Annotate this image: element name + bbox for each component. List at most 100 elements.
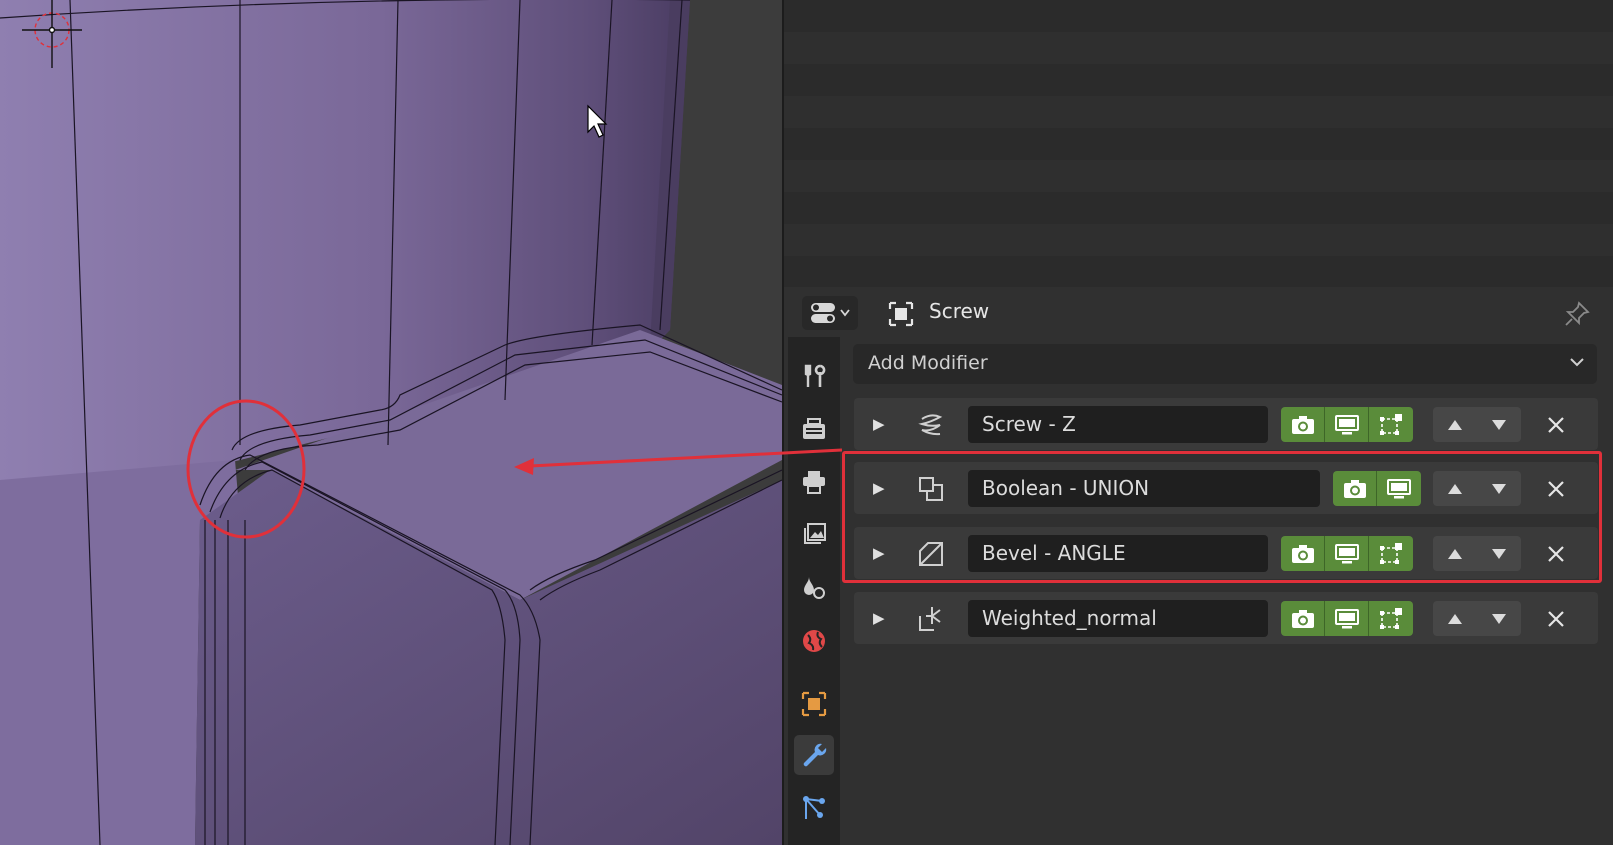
viewport-display-icon bbox=[1387, 478, 1411, 498]
screw-modifier-icon bbox=[918, 414, 943, 436]
move-up-button[interactable] bbox=[1433, 471, 1477, 506]
output-printer-icon bbox=[803, 471, 825, 494]
render-camera-icon bbox=[1291, 609, 1314, 628]
object-icon bbox=[801, 691, 827, 717]
render-toggle-button[interactable] bbox=[1333, 471, 1377, 506]
modifier-panel-bevel[interactable]: ▶ Bevel - ANGLE bbox=[854, 527, 1598, 579]
arrow-down-icon bbox=[1492, 419, 1506, 430]
object-data-icon bbox=[888, 301, 914, 327]
move-up-button[interactable] bbox=[1433, 601, 1477, 636]
modifier-panel-screw[interactable]: ▶ Screw - Z bbox=[854, 398, 1598, 450]
outliner-panel[interactable] bbox=[782, 0, 1613, 287]
render-toggle-button[interactable] bbox=[1281, 536, 1325, 571]
editor-type-dropdown[interactable] bbox=[802, 296, 858, 330]
arrow-up-icon bbox=[1448, 613, 1462, 624]
viewport-display-icon bbox=[1334, 608, 1359, 628]
properties-tabs bbox=[788, 337, 840, 845]
arrow-up-icon bbox=[1448, 483, 1462, 494]
viewport-display-icon bbox=[1334, 414, 1359, 434]
render-camera-icon bbox=[1291, 544, 1314, 563]
object-name: Screw bbox=[929, 299, 990, 323]
close-icon bbox=[1548, 417, 1564, 433]
move-down-button[interactable] bbox=[1477, 407, 1521, 442]
modifier-name-field[interactable]: Screw - Z bbox=[968, 406, 1268, 443]
close-icon bbox=[1548, 611, 1564, 627]
tab-view-layer[interactable] bbox=[794, 515, 834, 555]
wrench-icon bbox=[803, 743, 827, 767]
remove-modifier-button[interactable] bbox=[1541, 410, 1571, 440]
arrow-up-icon bbox=[1448, 548, 1462, 559]
arrow-down-icon bbox=[1492, 483, 1506, 494]
render-camera-icon bbox=[1291, 415, 1314, 434]
close-icon bbox=[1548, 481, 1564, 497]
move-buttons bbox=[1433, 601, 1521, 636]
boolean-modifier-icon bbox=[919, 477, 943, 501]
tab-render[interactable] bbox=[794, 409, 834, 449]
pin-icon[interactable] bbox=[1563, 300, 1591, 328]
properties-header: Screw bbox=[784, 287, 1613, 337]
render-toggle-button[interactable] bbox=[1281, 601, 1325, 636]
properties-editor: Screw Add Modifier ▶ Screw - Z ▶ Boolean… bbox=[782, 287, 1613, 845]
viewport-toggle-button[interactable] bbox=[1325, 536, 1369, 571]
view-layer-icon bbox=[804, 523, 826, 544]
arrow-down-icon bbox=[1492, 613, 1506, 624]
expand-arrow-icon[interactable]: ▶ bbox=[873, 544, 885, 562]
scene-icon bbox=[804, 577, 825, 599]
tab-particles[interactable] bbox=[794, 787, 834, 827]
expand-arrow-icon[interactable]: ▶ bbox=[873, 415, 885, 433]
world-icon bbox=[803, 630, 825, 652]
expand-arrow-icon[interactable]: ▶ bbox=[873, 479, 885, 497]
edit-mode-icon bbox=[1380, 607, 1402, 629]
remove-modifier-button[interactable] bbox=[1541, 604, 1571, 634]
chevron-down-icon bbox=[1570, 358, 1584, 367]
modifier-name-field[interactable]: Weighted_normal bbox=[968, 600, 1268, 637]
modifier-toggles bbox=[1333, 471, 1421, 506]
move-buttons bbox=[1433, 536, 1521, 571]
add-modifier-label: Add Modifier bbox=[868, 352, 988, 374]
bevel-modifier-icon bbox=[919, 542, 943, 566]
modifier-toggles bbox=[1281, 601, 1413, 636]
render-toggle-button[interactable] bbox=[1281, 407, 1325, 442]
tab-output[interactable] bbox=[794, 462, 834, 502]
modifier-name-field[interactable]: Bevel - ANGLE bbox=[968, 535, 1268, 572]
modifier-panel-boolean[interactable]: ▶ Boolean - UNION bbox=[854, 462, 1598, 514]
move-up-button[interactable] bbox=[1433, 536, 1477, 571]
editmode-toggle-button[interactable] bbox=[1369, 536, 1413, 571]
move-down-button[interactable] bbox=[1477, 536, 1521, 571]
render-icon bbox=[803, 418, 825, 439]
editmode-toggle-button[interactable] bbox=[1369, 601, 1413, 636]
tab-scene[interactable] bbox=[794, 568, 834, 608]
arrow-down-icon bbox=[1492, 548, 1506, 559]
viewport-toggle-button[interactable] bbox=[1377, 471, 1421, 506]
weighted-normal-modifier-icon bbox=[919, 607, 941, 631]
tab-object[interactable] bbox=[794, 684, 834, 724]
viewport-display-icon bbox=[1334, 543, 1359, 563]
add-modifier-dropdown[interactable]: Add Modifier bbox=[853, 344, 1597, 384]
tab-world[interactable] bbox=[794, 621, 834, 661]
3d-viewport[interactable] bbox=[0, 0, 782, 845]
expand-arrow-icon[interactable]: ▶ bbox=[873, 609, 885, 627]
remove-modifier-button[interactable] bbox=[1541, 474, 1571, 504]
move-up-button[interactable] bbox=[1433, 407, 1477, 442]
render-camera-icon bbox=[1343, 479, 1366, 498]
tab-modifiers[interactable] bbox=[794, 735, 834, 775]
move-buttons bbox=[1433, 407, 1521, 442]
modifier-stack: Add Modifier ▶ Screw - Z ▶ Boolean - UNI… bbox=[850, 337, 1613, 845]
move-down-button[interactable] bbox=[1477, 601, 1521, 636]
editor-type-icon bbox=[811, 303, 850, 323]
tab-tool[interactable] bbox=[794, 356, 834, 396]
edit-mode-icon bbox=[1380, 542, 1402, 564]
edit-mode-icon bbox=[1380, 413, 1402, 435]
close-icon bbox=[1548, 546, 1564, 562]
viewport-toggle-button[interactable] bbox=[1325, 407, 1369, 442]
modifier-toggles bbox=[1281, 407, 1413, 442]
viewport-toggle-button[interactable] bbox=[1325, 601, 1369, 636]
modifier-name-field[interactable]: Boolean - UNION bbox=[968, 470, 1320, 507]
modifier-toggles bbox=[1281, 536, 1413, 571]
tool-icon bbox=[804, 364, 826, 387]
particles-icon bbox=[803, 796, 825, 819]
editmode-toggle-button[interactable] bbox=[1369, 407, 1413, 442]
remove-modifier-button[interactable] bbox=[1541, 539, 1571, 569]
modifier-panel-weighted-normal[interactable]: ▶ Weighted_normal bbox=[854, 592, 1598, 644]
move-down-button[interactable] bbox=[1477, 471, 1521, 506]
